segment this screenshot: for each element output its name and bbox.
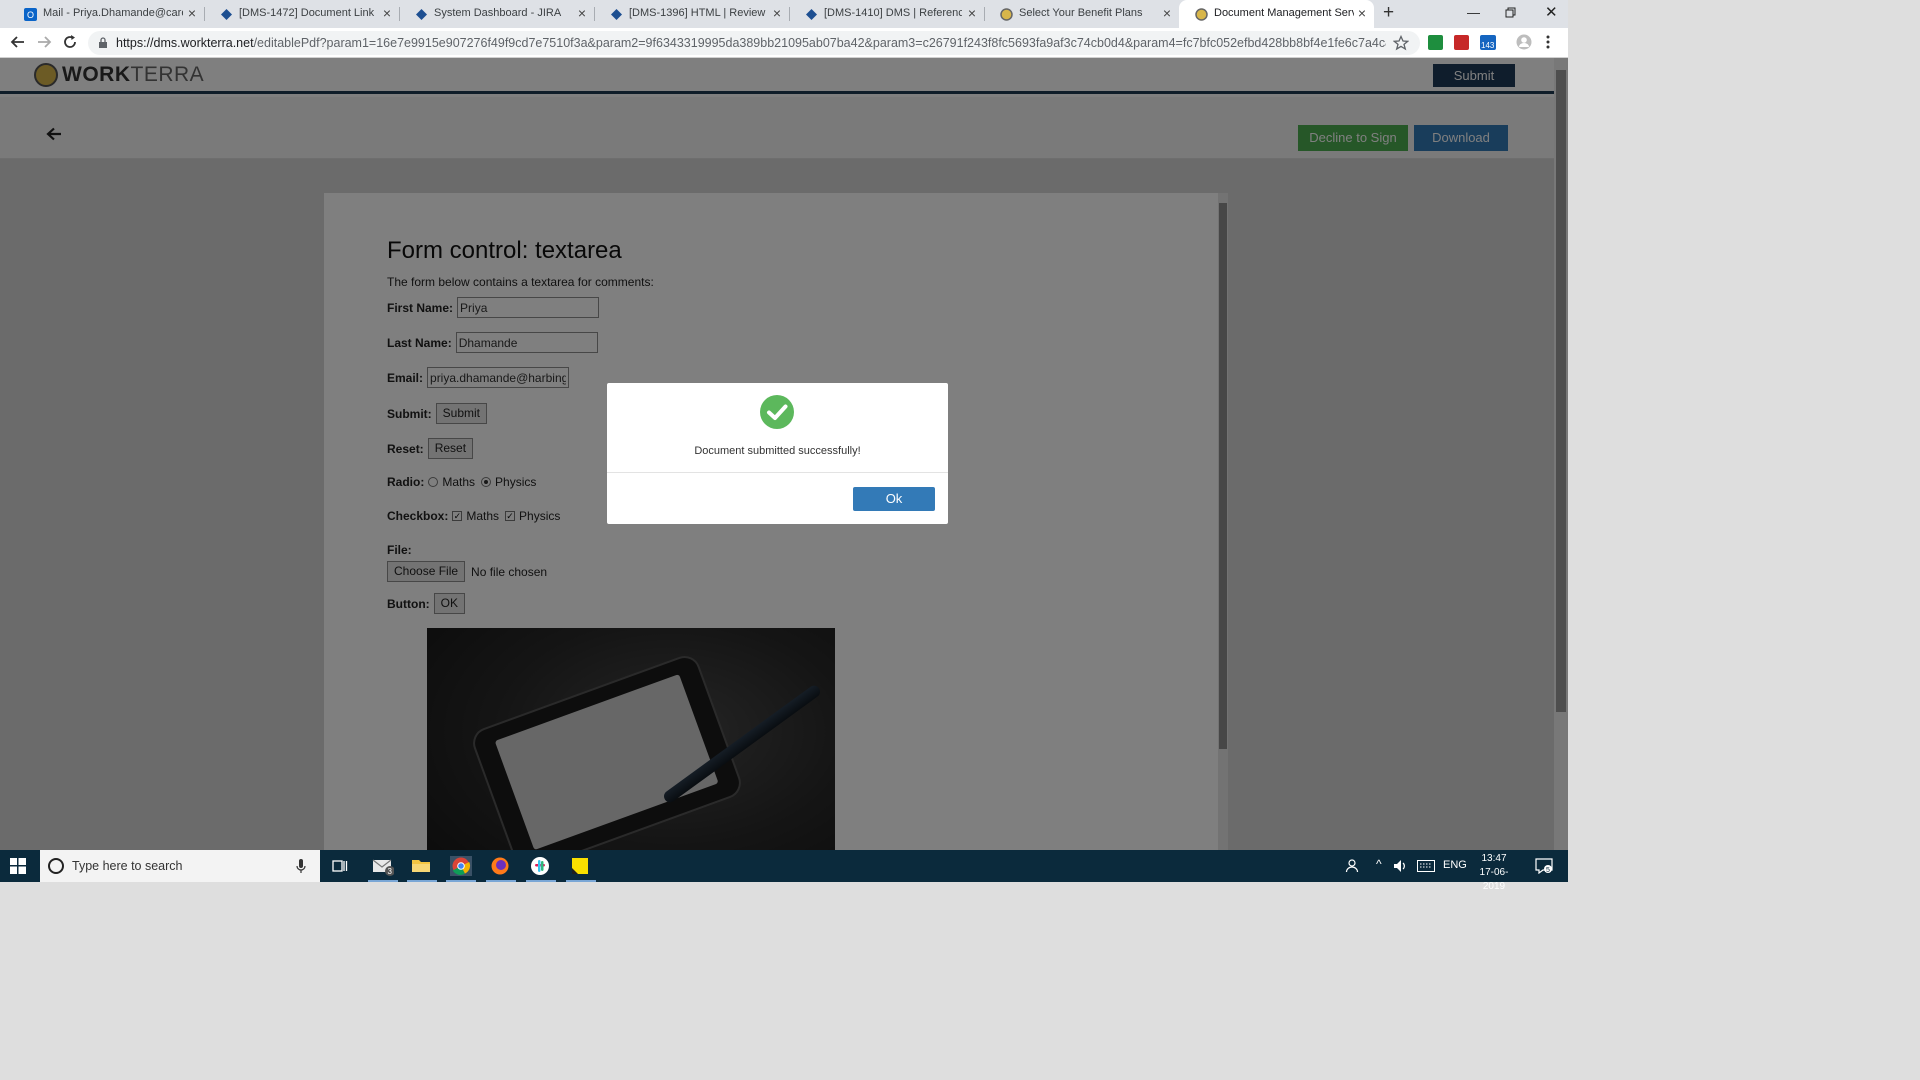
bookmark-star-icon[interactable] <box>1393 35 1409 51</box>
svg-text:5: 5 <box>1546 867 1550 874</box>
language-indicator[interactable]: ENG <box>1443 859 1467 871</box>
slack-icon[interactable] <box>526 856 556 882</box>
tab-title: [DMS-1472] Document Link - Do <box>239 7 377 19</box>
extension-green-icon[interactable] <box>1428 35 1443 50</box>
forward-arrow-icon[interactable] <box>36 34 52 50</box>
keyboard-icon[interactable] <box>1417 860 1435 872</box>
chrome-icon[interactable] <box>446 856 476 882</box>
jira-icon <box>610 8 623 21</box>
close-tab-icon[interactable]: × <box>383 6 391 20</box>
svg-text:O: O <box>27 10 34 20</box>
success-dialog: Document submitted successfully! Ok <box>607 383 948 524</box>
success-check-icon <box>760 395 794 429</box>
reload-icon[interactable] <box>62 34 78 50</box>
new-tab-icon[interactable]: + <box>1383 3 1394 23</box>
tab-title: System Dashboard - JIRA <box>434 7 562 19</box>
close-tab-icon[interactable]: × <box>578 6 586 20</box>
extension-badge-icon[interactable]: 143 <box>1480 35 1496 50</box>
tab-dms-1472[interactable]: [DMS-1472] Document Link - Do × <box>204 0 399 28</box>
system-clock[interactable]: 13:47 17-06-2019 <box>1470 852 1518 894</box>
mail-app-icon[interactable]: 3 <box>368 856 398 882</box>
tab-benefit-plans[interactable]: Select Your Benefit Plans × <box>984 0 1179 28</box>
browser-menu-icon[interactable] <box>1546 35 1550 49</box>
profile-avatar-icon[interactable] <box>1516 34 1532 50</box>
people-icon[interactable] <box>1345 858 1361 874</box>
firefox-icon[interactable] <box>486 856 516 882</box>
jira-icon <box>220 8 233 21</box>
sticky-notes-icon[interactable] <box>566 856 596 882</box>
task-view-icon[interactable] <box>332 856 354 876</box>
cortana-icon <box>48 858 64 874</box>
windows-start-icon[interactable] <box>10 858 26 874</box>
browser-tab-strip: O Mail - Priya.Dhamande@careerb × [DMS-1… <box>0 0 1568 28</box>
tray-expand-icon[interactable]: ^ <box>1376 857 1382 871</box>
close-tab-icon[interactable]: × <box>968 6 976 20</box>
taskbar-search[interactable]: Type here to search <box>40 850 320 882</box>
close-tab-icon[interactable]: × <box>188 6 196 20</box>
minimize-icon[interactable]: — <box>1467 5 1480 20</box>
svg-text:3: 3 <box>388 867 393 876</box>
jira-icon <box>415 8 428 21</box>
tab-dms-1410[interactable]: [DMS-1410] DMS | Reference Do × <box>789 0 984 28</box>
close-tab-icon[interactable]: × <box>773 6 781 20</box>
close-tab-icon[interactable]: × <box>1163 6 1171 20</box>
close-tab-icon[interactable]: × <box>1358 6 1366 20</box>
ok-button[interactable]: Ok <box>853 487 935 511</box>
address-bar[interactable]: https://dms.workterra.net/editablePdf?pa… <box>88 31 1420 55</box>
browser-toolbar: https://dms.workterra.net/editablePdf?pa… <box>0 28 1568 58</box>
url-text: https://dms.workterra.net/editablePdf?pa… <box>116 36 1386 50</box>
lock-icon <box>98 37 108 49</box>
microphone-icon[interactable] <box>296 858 306 874</box>
tab-title: [DMS-1396] HTML | Review and <box>629 7 767 19</box>
outlook-icon: O <box>24 8 37 21</box>
workterra-icon <box>1000 8 1013 21</box>
tab-dms-1396[interactable]: [DMS-1396] HTML | Review and × <box>594 0 789 28</box>
windows-taskbar: Type here to search 3 ^ ENG 13:47 17-06-… <box>0 850 1568 892</box>
tab-system-dashboard[interactable]: System Dashboard - JIRA × <box>399 0 594 28</box>
tab-title: [DMS-1410] DMS | Reference Do <box>824 7 962 19</box>
tab-mail[interactable]: O Mail - Priya.Dhamande@careerb × <box>8 0 204 28</box>
tab-title: Document Management Service <box>1214 7 1354 19</box>
restore-icon[interactable] <box>1505 7 1517 19</box>
file-explorer-icon[interactable] <box>407 856 437 882</box>
volume-icon[interactable] <box>1393 859 1409 873</box>
tab-title: Mail - Priya.Dhamande@careerb <box>43 7 183 19</box>
dialog-message: Document submitted successfully! <box>694 445 861 457</box>
notifications-icon[interactable]: 5 <box>1535 858 1553 874</box>
extension-red-icon[interactable] <box>1454 35 1469 50</box>
back-arrow-icon[interactable] <box>10 34 26 50</box>
jira-icon <box>805 8 818 21</box>
tab-document-management[interactable]: Document Management Service × <box>1179 0 1374 28</box>
workterra-icon <box>1195 8 1208 21</box>
window-close-icon[interactable]: ✕ <box>1545 3 1558 21</box>
tab-title: Select Your Benefit Plans <box>1019 7 1143 19</box>
